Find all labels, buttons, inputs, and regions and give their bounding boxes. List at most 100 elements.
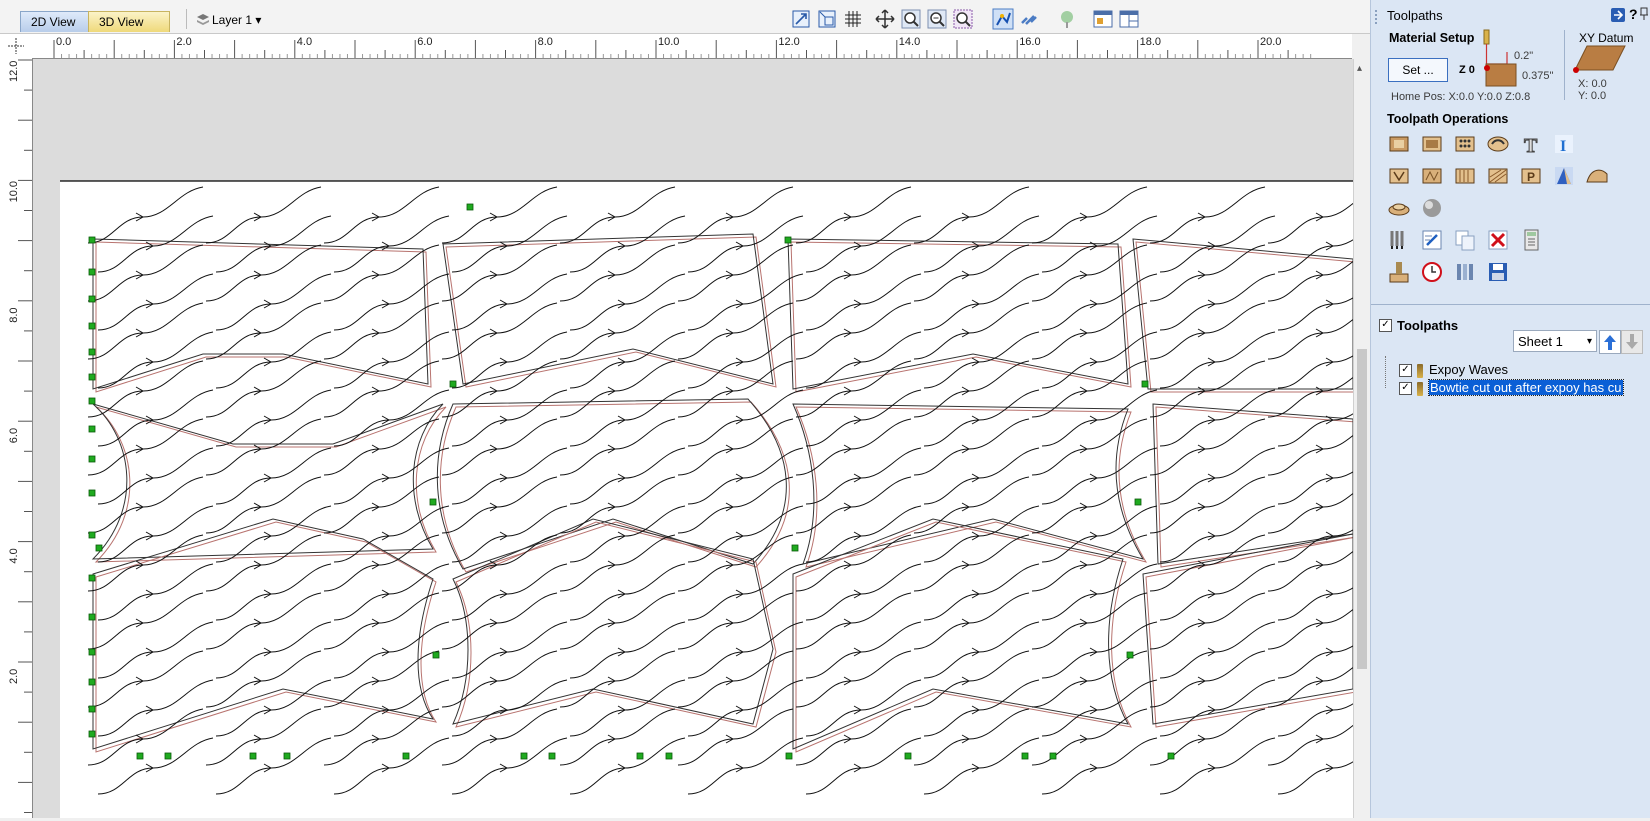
zoom-extents-icon[interactable]: [952, 8, 974, 30]
ruler-corner[interactable]: [0, 34, 33, 59]
help-icon[interactable]: ?: [1629, 6, 1638, 22]
vector-node-handle[interactable]: [249, 752, 257, 760]
calculator-icon[interactable]: [1517, 226, 1545, 254]
toolpath-item[interactable]: ✓ Bowtie cut out after expoy has cu: [1399, 379, 1624, 397]
vector-node-handle[interactable]: [88, 531, 96, 539]
drawing-canvas[interactable]: [33, 59, 1353, 818]
vector-node-handle[interactable]: [432, 651, 440, 659]
panel-grip[interactable]: [1375, 10, 1379, 24]
delete-toolpath-icon[interactable]: [1484, 226, 1512, 254]
vcarve-icon[interactable]: [1385, 162, 1413, 190]
move-down-icon[interactable]: [1621, 330, 1643, 354]
vector-node-handle[interactable]: [1134, 498, 1142, 506]
vector-node-handle[interactable]: [1126, 651, 1134, 659]
material-set-button[interactable]: Set ...: [1388, 58, 1448, 82]
pin-icon[interactable]: [1611, 8, 1625, 22]
save-toolpath-icon[interactable]: [1484, 258, 1512, 286]
vector-node-handle[interactable]: [791, 544, 799, 552]
vector-node-handle[interactable]: [1049, 752, 1057, 760]
vector-node-handle[interactable]: [1167, 752, 1175, 760]
zoom-selection-icon[interactable]: [790, 8, 812, 30]
3d-profile-icon[interactable]: [1385, 194, 1413, 222]
vector-node-handle[interactable]: [636, 752, 644, 760]
vector-node-handle[interactable]: [283, 752, 291, 760]
sphere-icon[interactable]: [1418, 194, 1446, 222]
edit-toolpath-icon[interactable]: [1418, 226, 1446, 254]
vector-node-handle[interactable]: [785, 752, 793, 760]
zoom-box-icon[interactable]: [816, 8, 838, 30]
pocket-icon[interactable]: [1418, 130, 1446, 158]
texture-icon[interactable]: T: [1517, 130, 1545, 158]
vector-node-handle[interactable]: [88, 268, 96, 276]
vector-node-handle[interactable]: [784, 236, 792, 244]
vector-node-handle[interactable]: [88, 455, 96, 463]
vector-node-handle[interactable]: [1021, 752, 1029, 760]
time-estimate-icon[interactable]: [1418, 258, 1446, 286]
vector-node-handle[interactable]: [88, 574, 96, 582]
vector-node-handle[interactable]: [449, 380, 457, 388]
snap-icon[interactable]: [992, 8, 1014, 30]
vector-node-handle[interactable]: [665, 752, 673, 760]
render-icon[interactable]: [1056, 8, 1078, 30]
vector-node-handle[interactable]: [88, 425, 96, 433]
vector-node-handle[interactable]: [88, 730, 96, 738]
vector-node-handle[interactable]: [95, 544, 103, 552]
layout-icon[interactable]: [1092, 8, 1114, 30]
sheet-select[interactable]: Sheet 1 ▾: [1513, 330, 1597, 352]
panel-splitter[interactable]: [1371, 304, 1650, 305]
toolpath-visibility-checkbox[interactable]: ✓: [1399, 364, 1412, 378]
vector-node-handle[interactable]: [88, 648, 96, 656]
vector-node-handle[interactable]: [466, 203, 474, 211]
toolpaths-visibility-checkbox[interactable]: ✓: [1379, 318, 1392, 333]
vector-node-handle[interactable]: [402, 752, 410, 760]
vector-node-handle[interactable]: [164, 752, 172, 760]
vector-node-handle[interactable]: [88, 295, 96, 303]
vector-node-handle[interactable]: [429, 498, 437, 506]
3d-rough-icon[interactable]: [1583, 162, 1611, 190]
layer-dropdown[interactable]: Layer 1 ▾: [212, 11, 261, 29]
xy-datum-diagram[interactable]: [1571, 44, 1627, 74]
pan-icon[interactable]: [874, 8, 896, 30]
3d-finish-icon[interactable]: [1550, 162, 1578, 190]
prism-icon[interactable]: [1418, 162, 1446, 190]
move-up-icon[interactable]: [1599, 330, 1621, 354]
vector-node-handle[interactable]: [88, 397, 96, 405]
vector-node-handle[interactable]: [548, 752, 556, 760]
zoom-out-icon[interactable]: [926, 8, 948, 30]
vector-node-handle[interactable]: [88, 705, 96, 713]
vector-node-handle[interactable]: [88, 322, 96, 330]
vector-node-handle[interactable]: [88, 613, 96, 621]
fluting-icon[interactable]: [1451, 162, 1479, 190]
merge-toolpath-icon[interactable]: [1451, 258, 1479, 286]
zoom-in-icon[interactable]: [900, 8, 922, 30]
drilling-icon[interactable]: [1451, 130, 1479, 158]
toolpath-visibility-checkbox[interactable]: ✓: [1399, 382, 1412, 396]
tab-3d-view[interactable]: 3D View: [88, 11, 170, 32]
vector-node-handle[interactable]: [88, 373, 96, 381]
vector-node-handle[interactable]: [520, 752, 528, 760]
link-icon[interactable]: [1018, 8, 1040, 30]
moulding-icon[interactable]: [1484, 162, 1512, 190]
vector-node-handle[interactable]: [136, 752, 144, 760]
chamfer-icon[interactable]: P: [1517, 162, 1545, 190]
scroll-up-icon[interactable]: ▴: [1357, 63, 1362, 74]
toolpath-tiling-icon[interactable]: [1385, 226, 1413, 254]
vertical-scrollbar[interactable]: ▴: [1353, 59, 1370, 818]
vector-node-handle[interactable]: [88, 678, 96, 686]
vertical-scroll-thumb[interactable]: [1357, 349, 1367, 669]
grid-icon[interactable]: [842, 8, 864, 30]
toolpath-item[interactable]: ✓ Expoy Waves: [1399, 361, 1508, 379]
preview-toolpath-icon[interactable]: [1385, 258, 1413, 286]
split-view-icon[interactable]: [1118, 8, 1140, 30]
autohide-icon[interactable]: [1639, 7, 1649, 21]
inlay-icon[interactable]: I: [1550, 130, 1578, 158]
vector-node-handle[interactable]: [88, 236, 96, 244]
profile-icon[interactable]: [1385, 130, 1413, 158]
copy-toolpath-icon[interactable]: [1451, 226, 1479, 254]
vector-node-handle[interactable]: [1141, 380, 1149, 388]
vector-node-handle[interactable]: [88, 489, 96, 497]
toolpath-drawing[interactable]: [33, 59, 1353, 818]
quick-engrave-icon[interactable]: [1484, 130, 1512, 158]
vector-node-handle[interactable]: [88, 348, 96, 356]
vector-node-handle[interactable]: [904, 752, 912, 760]
